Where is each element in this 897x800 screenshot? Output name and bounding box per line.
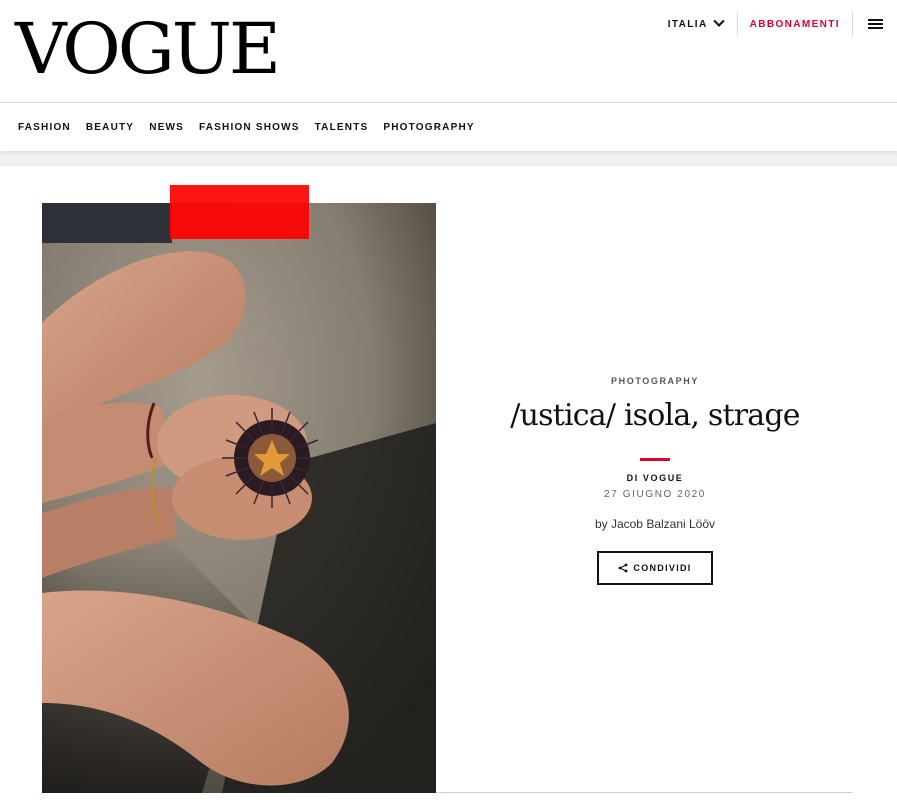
share-label: CONDIVIDI — [633, 563, 692, 573]
nav-item-news[interactable]: NEWS — [149, 122, 184, 133]
article-meta: PHOTOGRAPHY /ustica/ isola, strage DI VO… — [480, 376, 830, 585]
edition-selector[interactable]: ITALIA — [667, 15, 737, 30]
category-kicker[interactable]: PHOTOGRAPHY — [480, 376, 830, 386]
red-divider — [640, 458, 670, 461]
nav-item-beauty[interactable]: BEAUTY — [86, 122, 134, 133]
hero-photo — [42, 203, 436, 793]
red-accent-block — [170, 185, 309, 239]
nav-item-photography[interactable]: PHOTOGRAPHY — [383, 122, 474, 133]
header-actions: ITALIA ABBONAMENTI — [668, 12, 883, 36]
nav-item-fashion[interactable]: FASHION — [18, 122, 71, 133]
subscribe-link[interactable]: ABBONAMENTI — [738, 19, 852, 30]
chevron-down-icon — [712, 15, 725, 27]
publish-date: 27 GIUGNO 2020 — [604, 489, 706, 500]
photo-credit: by Jacob Balzani Lööv — [594, 517, 716, 531]
nav-item-fashion-shows[interactable]: FASHION SHOWS — [199, 122, 300, 133]
header-shadow-band — [0, 151, 897, 166]
edition-label: ITALIA — [667, 18, 708, 30]
nav-item-talents[interactable]: TALENTS — [315, 122, 369, 133]
share-icon — [618, 563, 628, 573]
vogue-logo[interactable]: VOGUE — [15, 14, 281, 84]
main-nav: FASHION BEAUTY NEWS FASHION SHOWS TALENT… — [0, 103, 897, 151]
content-divider — [436, 792, 852, 793]
share-button[interactable]: CONDIVIDI — [597, 551, 713, 585]
byline[interactable]: DI VOGUE — [480, 473, 830, 483]
hamburger-menu-icon[interactable] — [853, 12, 883, 36]
site-header: VOGUE ITALIA ABBONAMENTI — [0, 0, 897, 103]
article-title: /ustica/ isola, strage — [510, 398, 800, 433]
